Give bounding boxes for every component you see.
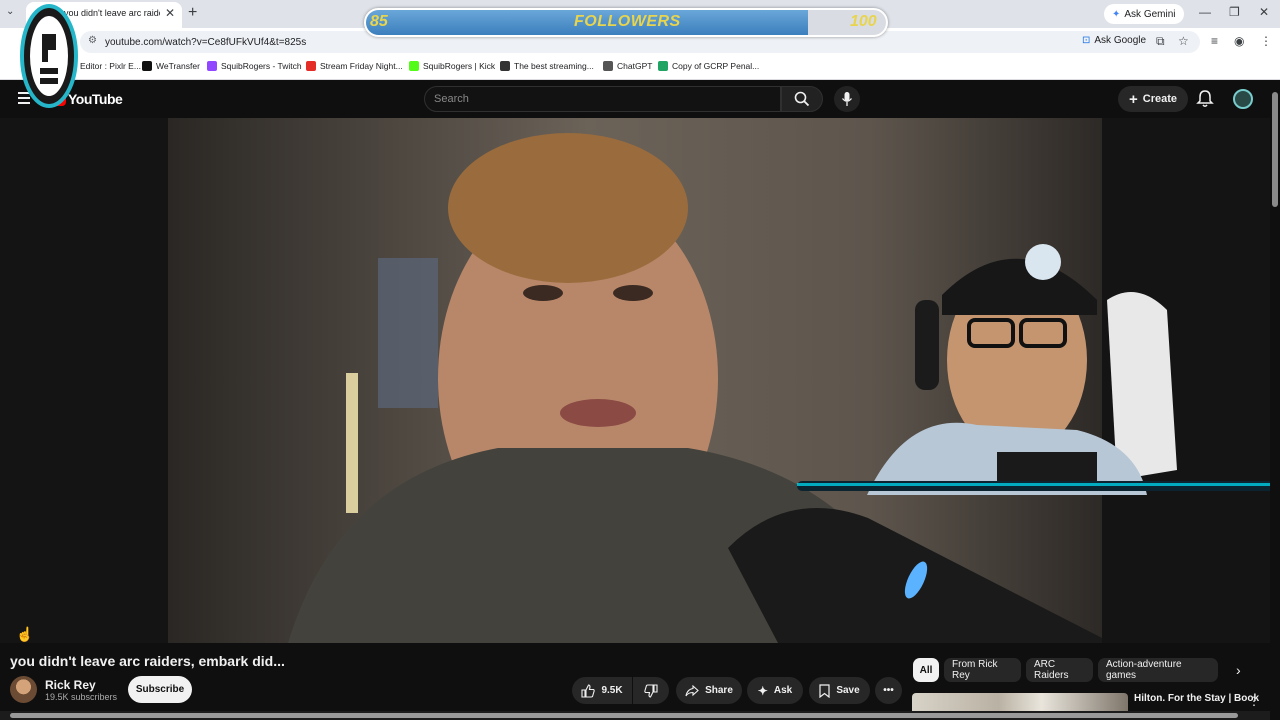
google-lens-icon: ⊡: [1082, 35, 1091, 46]
bookmark-item[interactable]: The best streaming...: [500, 61, 594, 71]
bookmark-item[interactable]: WeTransfer: [142, 61, 200, 71]
bookmark-favicon-icon: [142, 61, 152, 71]
more-vertical-icon[interactable]: ⋮: [1248, 694, 1260, 708]
ask-button[interactable]: ✦ Ask: [747, 677, 803, 704]
follower-goal-label: FOLLOWERS: [574, 13, 681, 30]
hand-cursor-icon: ☝: [16, 626, 34, 642]
voice-search-button[interactable]: [834, 86, 860, 112]
follower-goal-target: 100: [850, 13, 877, 30]
tab-close-button[interactable]: ✕: [165, 6, 175, 20]
gemini-icon: ✦: [1112, 8, 1121, 20]
bookmark-label: Editor : Pixlr E...: [80, 61, 141, 71]
bookmark-label: ChatGPT: [617, 61, 653, 71]
bookmark-favicon-icon: [603, 61, 613, 71]
new-tab-button[interactable]: +: [188, 4, 197, 22]
close-window-button[interactable]: ✕: [1259, 5, 1269, 19]
chip-from-channel[interactable]: From Rick Rey: [944, 658, 1021, 682]
save-label: Save: [836, 685, 860, 696]
search-icon: [794, 91, 810, 107]
bookmark-label: SquibRogers - Twitch: [221, 61, 302, 71]
bookmark-label: Copy of GCRP Penal...: [672, 61, 760, 71]
dislike-button[interactable]: [633, 677, 669, 704]
chevron-right-icon[interactable]: ›: [1236, 662, 1241, 678]
channel-avatar[interactable]: [10, 676, 37, 703]
bookmark-label: SquibRogers | Kick: [423, 61, 496, 71]
chip-action-adventure[interactable]: Action-adventure games: [1098, 658, 1218, 682]
follower-count: 85: [370, 13, 388, 30]
bookmark-favicon-icon: [409, 61, 419, 71]
vertical-scrollbar-thumb[interactable]: [1272, 92, 1278, 207]
ask-google-label: Ask Google: [1094, 35, 1147, 46]
share-label: Share: [705, 685, 733, 696]
browser-menu-icon[interactable]: ⋮: [1260, 34, 1272, 48]
bookmark-favicon-icon: [207, 61, 217, 71]
ask-gemini-label: Ask Gemini: [1124, 8, 1176, 20]
install-app-icon[interactable]: ⧉: [1156, 34, 1165, 49]
webcam-streamer-illustration: [867, 244, 1177, 495]
webcam-frame-bar: [797, 481, 1280, 491]
share-button[interactable]: Share: [676, 677, 742, 704]
bookmark-label: The best streaming...: [514, 61, 594, 71]
recommendation-title[interactable]: Hilton. For the Stay | Book: [1134, 693, 1259, 704]
search-placeholder: Search: [434, 93, 469, 105]
search-button[interactable]: [781, 86, 823, 112]
bookmark-item[interactable]: ChatGPT: [603, 61, 652, 71]
like-button[interactable]: 9.5K: [572, 677, 632, 704]
ask-google-button[interactable]: ⊡ Ask Google: [1082, 35, 1146, 46]
bookmark-label: WeTransfer: [156, 61, 200, 71]
video-title: you didn't leave arc raiders, embark did…: [10, 653, 285, 669]
sparkle-icon: ✦: [757, 683, 768, 698]
chip-arc-raiders[interactable]: ARC Raiders: [1026, 658, 1093, 682]
microphone-icon: [841, 92, 853, 106]
url-text[interactable]: youtube.com/watch?v=Ce8fUFkVUf4&t=825s: [105, 37, 306, 48]
save-button[interactable]: Save: [809, 677, 870, 704]
create-label: Create: [1142, 93, 1177, 105]
bookmark-item[interactable]: Copy of GCRP Penal...: [658, 61, 759, 71]
horizontal-scrollbar-thumb[interactable]: [10, 713, 1238, 718]
site-info-icon[interactable]: ⚙: [88, 35, 97, 46]
create-button[interactable]: + Create: [1118, 86, 1188, 112]
account-avatar[interactable]: [1233, 89, 1253, 109]
bookmark-label: Stream Friday Night...: [320, 61, 403, 71]
bookmark-item[interactable]: Stream Friday Night...: [306, 61, 403, 71]
profile-icon[interactable]: ◉: [1234, 34, 1244, 48]
bookmark-favicon-icon: [658, 61, 668, 71]
subscribe-button[interactable]: Subscribe: [128, 676, 192, 703]
more-horizontal-icon: •••: [883, 685, 894, 696]
ask-label: Ask: [773, 685, 793, 696]
bookmark-item[interactable]: SquibRogers - Twitch: [207, 61, 302, 71]
streamer-logo-overlay: [20, 4, 78, 108]
media-controls-icon[interactable]: ≡: [1211, 34, 1218, 48]
bookmark-icon: [819, 683, 830, 698]
bookmark-favicon-icon: [306, 61, 316, 71]
thumbs-down-icon: [644, 683, 658, 698]
share-icon: [685, 684, 699, 696]
tab-title: you didn't leave arc raiders, embark did…: [64, 8, 160, 18]
webcam-overlay: [797, 220, 1280, 495]
more-actions-button[interactable]: •••: [875, 677, 902, 704]
thumbs-up-icon: [581, 683, 596, 698]
search-input[interactable]: [424, 86, 781, 112]
maximize-button[interactable]: ❐: [1229, 5, 1240, 19]
subscriber-count: 19.5K subscribers: [45, 692, 118, 702]
recommendation-thumbnail[interactable]: [912, 693, 1128, 711]
bookmark-item[interactable]: SquibRogers | Kick: [409, 61, 495, 71]
bookmark-star-icon[interactable]: ☆: [1178, 34, 1189, 48]
notifications-bell-icon[interactable]: [1196, 89, 1214, 109]
tab-list-button[interactable]: ⌄: [6, 6, 14, 17]
plus-icon: +: [1128, 90, 1138, 108]
minimize-button[interactable]: —: [1199, 5, 1211, 19]
ask-gemini-button[interactable]: ✦ Ask Gemini: [1104, 4, 1184, 24]
like-count: 9.5K: [601, 685, 623, 696]
bookmark-favicon-icon: [500, 61, 510, 71]
chip-all[interactable]: All: [913, 658, 939, 682]
channel-name[interactable]: Rick Rey: [45, 678, 96, 692]
